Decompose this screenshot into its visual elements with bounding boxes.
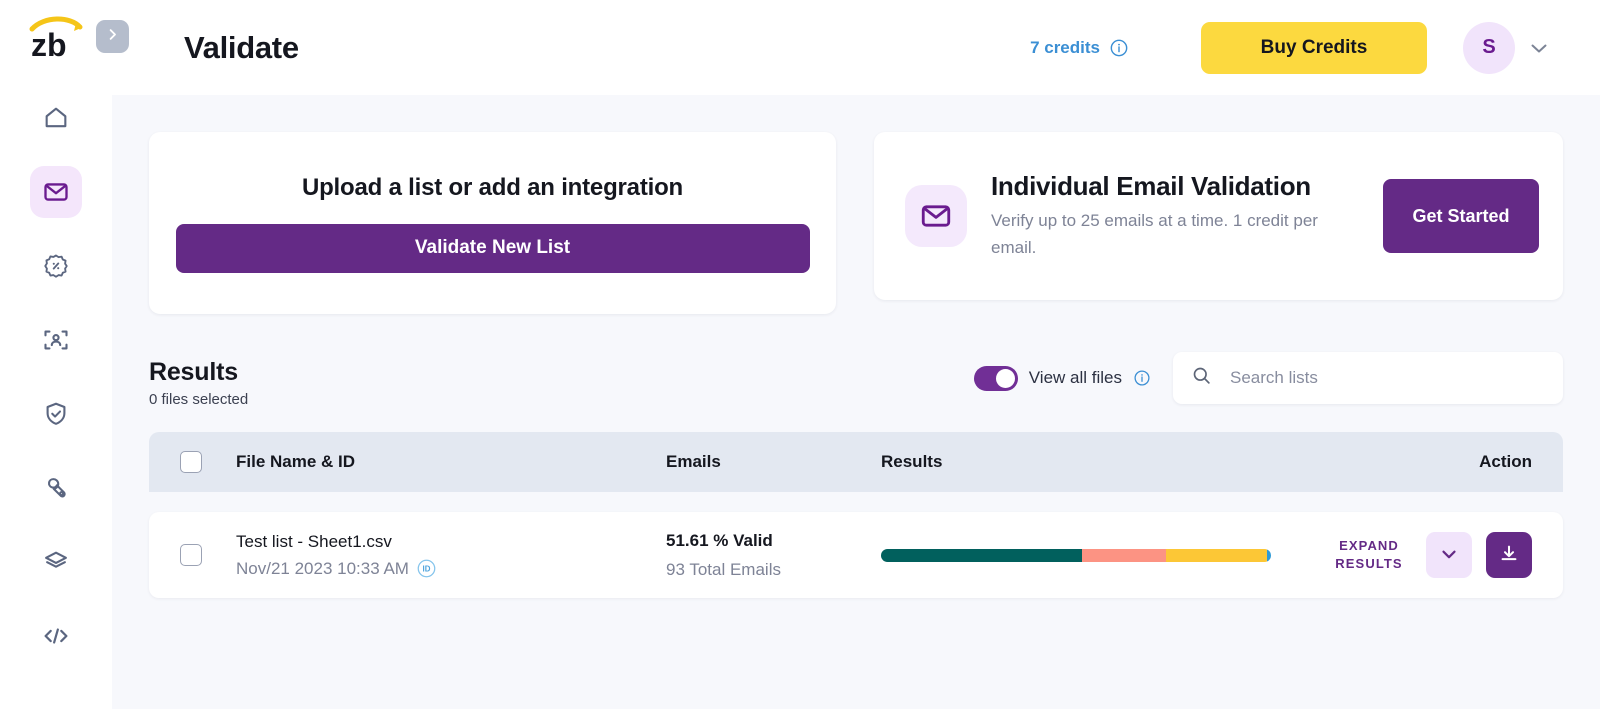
chevron-down-icon[interactable] (1527, 36, 1551, 60)
app-root: zb (0, 0, 1600, 709)
column-header-file-name: File Name & ID (236, 452, 666, 472)
expand-results-button[interactable] (1426, 532, 1472, 578)
zerobounce-logo[interactable]: zb (24, 14, 88, 62)
sidebar: zb (0, 0, 112, 709)
bar-segment-catch-all (1166, 549, 1267, 562)
sidebar-item-finder[interactable] (30, 314, 82, 366)
main-area: Validate 7 credits Buy Credits S (112, 0, 1600, 709)
column-header-action: Action (1442, 452, 1532, 472)
individual-card-text: Individual Email Validation Verify up to… (991, 171, 1359, 261)
row-valid-percent: 51.61 % Valid (666, 531, 881, 551)
select-all-checkbox[interactable] (180, 451, 202, 473)
chevron-down-icon (1438, 543, 1460, 568)
info-icon[interactable] (1133, 369, 1151, 387)
results-progress-bar (881, 549, 1271, 562)
expand-results-label[interactable]: EXPAND RESULTS (1326, 537, 1412, 572)
results-tools: View all files (974, 352, 1563, 408)
person-scan-icon (42, 326, 70, 354)
svg-text:ID: ID (423, 565, 431, 574)
sidebar-item-discounts[interactable] (30, 240, 82, 292)
bar-segment-unknown (1267, 549, 1271, 562)
validate-new-list-button[interactable]: Validate New List (176, 224, 810, 273)
sidebar-item-validate[interactable] (30, 166, 82, 218)
page-title: Validate (184, 30, 299, 66)
row-file-date: Nov/21 2023 10:33 AM (236, 559, 409, 579)
individual-card-title: Individual Email Validation (991, 171, 1359, 202)
upload-card: Upload a list or add an integration Vali… (149, 132, 836, 314)
code-icon (41, 622, 71, 650)
sidebar-item-developer[interactable] (30, 610, 82, 662)
shield-check-icon (42, 400, 70, 428)
files-selected-count: 0 files selected (149, 391, 248, 408)
row-emails-info: 51.61 % Valid 93 Total Emails (666, 531, 881, 580)
svg-text:zb: zb (31, 27, 67, 62)
individual-validation-card: Individual Email Validation Verify up to… (874, 132, 1563, 300)
row-select-checkbox[interactable] (180, 544, 202, 566)
row-file-name: Test list - Sheet1.csv (236, 532, 666, 552)
view-all-files-label: View all files (1029, 368, 1122, 388)
layers-icon (42, 548, 70, 576)
view-all-files-toggle[interactable]: View all files (974, 366, 1151, 391)
search-icon (1191, 365, 1212, 391)
top-bar: Validate 7 credits Buy Credits S (112, 0, 1600, 95)
column-header-results: Results (881, 452, 1442, 472)
row-results-bar-cell (881, 549, 1326, 562)
buy-credits-button[interactable]: Buy Credits (1201, 22, 1427, 74)
cards-row: Upload a list or add an integration Vali… (149, 132, 1563, 314)
home-icon (42, 104, 70, 132)
results-header: Results 0 files selected View all files (149, 352, 1563, 408)
table-row[interactable]: Test list - Sheet1.csv Nov/21 2023 10:33… (149, 512, 1563, 598)
upload-card-title: Upload a list or add an integration (302, 174, 683, 202)
search-input[interactable] (1230, 368, 1545, 388)
toggle-track[interactable] (974, 366, 1018, 391)
search-lists-box[interactable] (1173, 352, 1563, 404)
results-title: Results (149, 358, 248, 387)
percent-badge-icon (42, 252, 70, 280)
row-total-emails: 93 Total Emails (666, 560, 881, 580)
get-started-button[interactable]: Get Started (1383, 179, 1539, 253)
sidebar-item-protect[interactable] (30, 388, 82, 440)
row-actions: EXPAND RESULTS (1326, 532, 1532, 578)
top-bar-right: 7 credits Buy Credits S (1030, 22, 1551, 74)
content-area: Upload a list or add an integration Vali… (112, 95, 1600, 709)
mail-icon (905, 185, 967, 247)
results-titles: Results 0 files selected (149, 358, 248, 408)
toggle-knob (996, 369, 1015, 388)
sidebar-item-layers[interactable] (30, 536, 82, 588)
bar-segment-valid (881, 549, 1082, 562)
row-file-date-wrap: Nov/21 2023 10:33 AM ID (236, 559, 666, 579)
individual-card-description: Verify up to 25 emails at a time. 1 cred… (991, 208, 1359, 261)
results-table-header: File Name & ID Emails Results Action (149, 432, 1563, 492)
sidebar-item-home[interactable] (30, 92, 82, 144)
credits-label[interactable]: 7 credits (1030, 38, 1100, 58)
bar-segment-invalid (1082, 549, 1166, 562)
sidebar-collapse-button[interactable] (96, 20, 129, 53)
chevron-right-icon (105, 27, 120, 47)
info-icon[interactable] (1109, 38, 1129, 58)
id-badge-icon[interactable]: ID (417, 559, 436, 578)
download-results-button[interactable] (1486, 532, 1532, 578)
download-icon (1498, 543, 1520, 568)
column-header-emails: Emails (666, 452, 881, 472)
sidebar-item-tools[interactable] (30, 462, 82, 514)
row-file-info: Test list - Sheet1.csv Nov/21 2023 10:33… (236, 532, 666, 579)
wrench-icon (42, 474, 70, 502)
avatar[interactable]: S (1463, 22, 1515, 74)
sidebar-nav (0, 92, 112, 662)
mail-icon (42, 178, 70, 206)
